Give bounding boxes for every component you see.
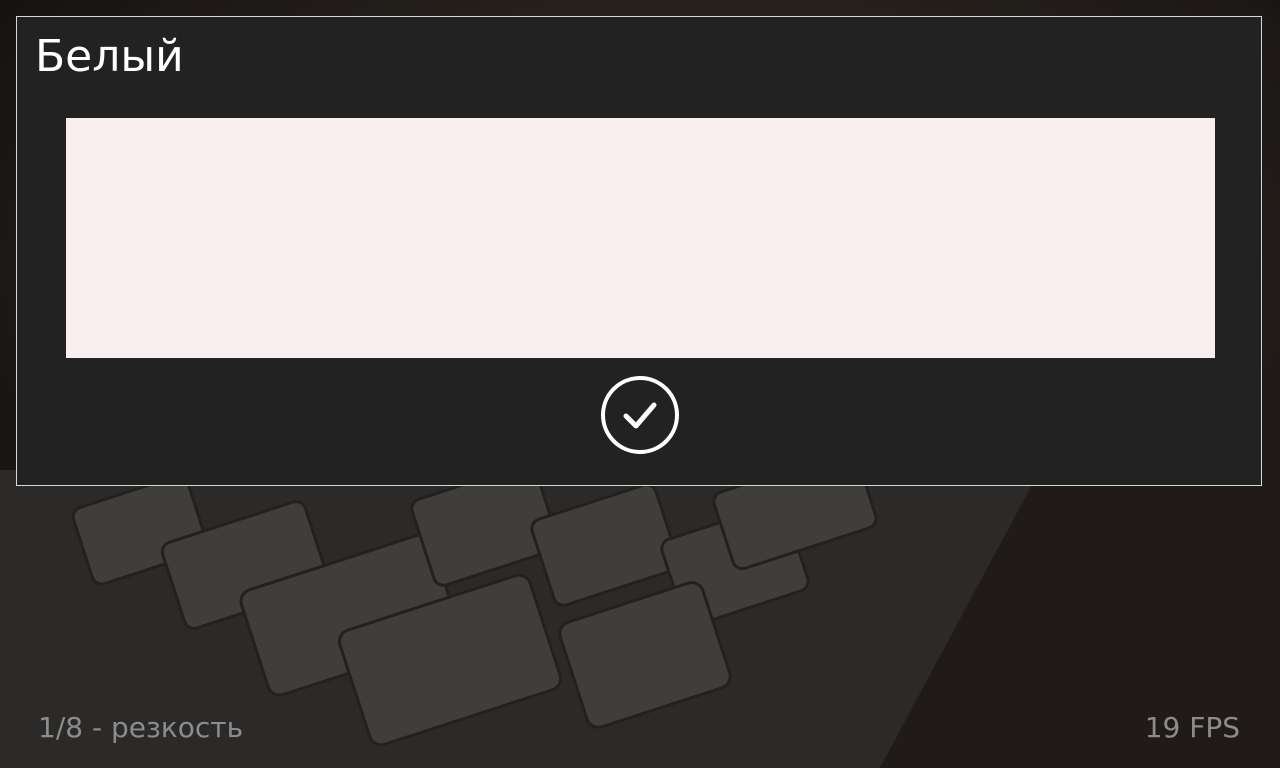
app-screen: Белый 1/8 - резкость 19 FPS [0, 0, 1280, 768]
check-circle-icon [601, 376, 679, 454]
color-check-dialog: Белый [16, 16, 1262, 486]
dialog-title: Белый [35, 31, 184, 82]
color-swatch [66, 118, 1215, 358]
fps-counter: 19 FPS [1144, 711, 1240, 744]
progress-status: 1/8 - резкость [38, 711, 244, 744]
confirm-button[interactable] [600, 375, 680, 455]
